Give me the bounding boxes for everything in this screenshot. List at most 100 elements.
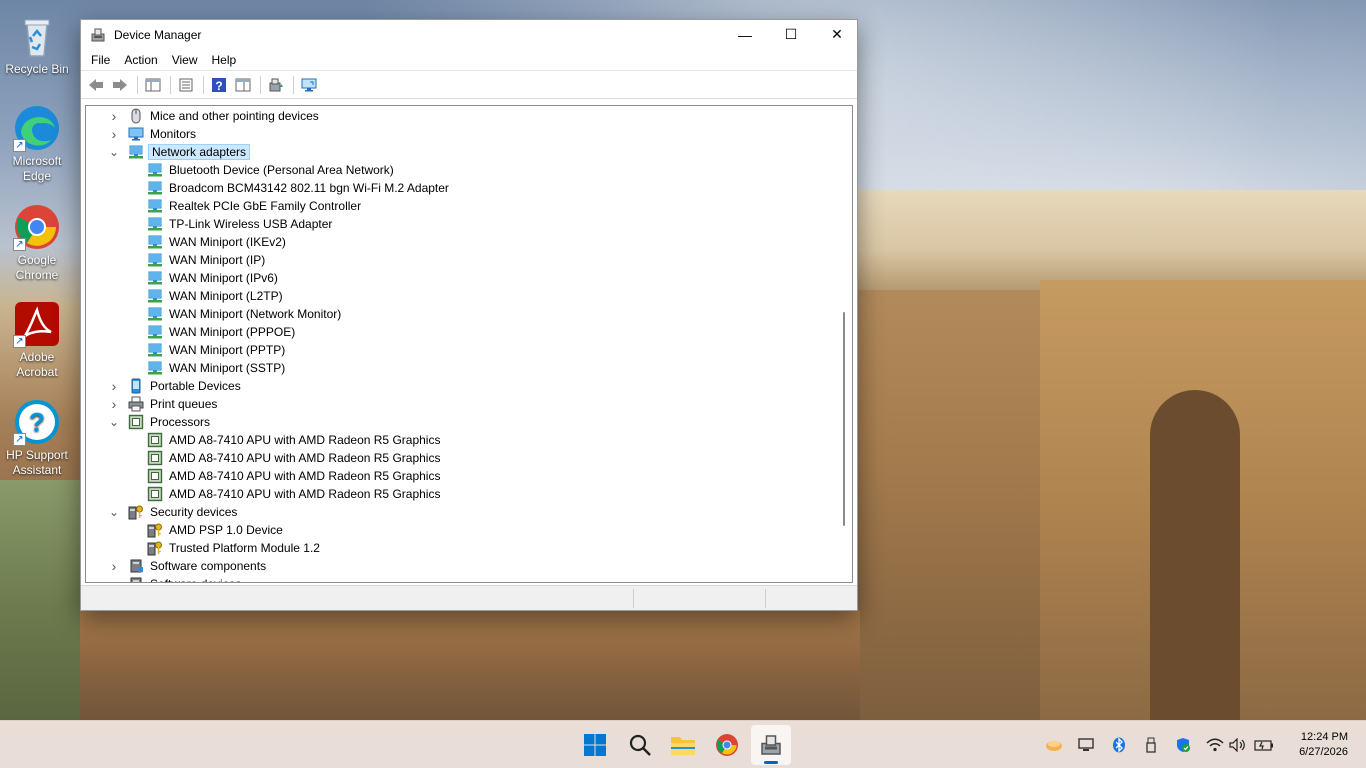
- properties-icon[interactable]: [175, 74, 197, 96]
- tree-item-label: Monitors: [150, 127, 197, 141]
- help-icon[interactable]: ?: [208, 74, 230, 96]
- taskbar: 12:24 PM 6/27/2026: [0, 720, 1366, 768]
- hp-support-icon: ? ↗: [13, 398, 61, 446]
- tree-item-label: WAN Miniport (Network Monitor): [169, 307, 342, 321]
- chevron-right-icon[interactable]: ›: [108, 559, 120, 573]
- chevron-right-icon[interactable]: ›: [108, 127, 120, 141]
- tree-item-label: WAN Miniport (IPv6): [169, 271, 278, 285]
- volume-icon[interactable]: [1228, 735, 1248, 755]
- usb-icon[interactable]: [1141, 735, 1161, 755]
- tree-item-label: Bluetooth Device (Personal Area Network): [169, 163, 394, 177]
- toolbar-separator: [170, 75, 171, 94]
- menu-action[interactable]: Action: [118, 53, 163, 67]
- tree-category[interactable]: ⌄ Network adapters: [108, 143, 251, 161]
- chevron-down-icon[interactable]: ⌄: [108, 416, 120, 428]
- device-manager-icon: [761, 735, 781, 755]
- security-icon[interactable]: [1173, 735, 1193, 755]
- menu-view[interactable]: View: [166, 53, 204, 67]
- chevron-down-icon[interactable]: ⌄: [108, 146, 120, 158]
- chevron-down-icon[interactable]: ⌄: [108, 506, 120, 518]
- title-bar[interactable]: Device Manager — ☐ ✕: [81, 20, 857, 49]
- tree-device[interactable]: AMD A8-7410 APU with AMD Radeon R5 Graph…: [147, 449, 442, 467]
- tree-device[interactable]: WAN Miniport (SSTP): [147, 359, 287, 377]
- security-device-icon: [147, 522, 163, 538]
- scrollbar-thumb[interactable]: [843, 312, 845, 526]
- tree-item-label: AMD A8-7410 APU with AMD Radeon R5 Graph…: [169, 433, 441, 447]
- tree-device[interactable]: AMD A8-7410 APU with AMD Radeon R5 Graph…: [147, 431, 442, 449]
- tree-device[interactable]: Realtek PCIe GbE Family Controller: [147, 197, 363, 215]
- update-driver-icon[interactable]: [265, 74, 287, 96]
- system-clock[interactable]: 12:24 PM 6/27/2026: [1299, 730, 1348, 760]
- shortcut-arrow-icon: ↗: [13, 238, 26, 251]
- battery-icon[interactable]: [1254, 735, 1274, 755]
- tree-category[interactable]: › Mice and other pointing devices: [108, 107, 321, 125]
- back-icon[interactable]: [85, 74, 107, 96]
- tree-device[interactable]: AMD PSP 1.0 Device: [147, 521, 285, 539]
- menu-file[interactable]: File: [85, 53, 116, 67]
- wallpaper-canyon: [80, 611, 860, 720]
- tree-device[interactable]: WAN Miniport (IKEv2): [147, 233, 288, 251]
- tree-category[interactable]: › Software components: [108, 557, 268, 575]
- file-explorer-button[interactable]: [663, 725, 703, 765]
- show-hide-console-tree-icon[interactable]: [142, 74, 164, 96]
- menu-help[interactable]: Help: [206, 53, 243, 67]
- chevron-right-icon[interactable]: ›: [108, 109, 120, 123]
- tree-item-label: WAN Miniport (L2TP): [169, 289, 283, 303]
- tree-device[interactable]: WAN Miniport (PPTP): [147, 341, 287, 359]
- desktop-icon-recycle-bin[interactable]: Recycle Bin: [2, 12, 72, 77]
- tree-category[interactable]: ⌄ Processors: [108, 413, 212, 431]
- tree-device[interactable]: WAN Miniport (PPPOE): [147, 323, 297, 341]
- tree-device[interactable]: Bluetooth Device (Personal Area Network): [147, 161, 396, 179]
- recycle-bin-icon: [13, 12, 61, 60]
- monitor-icon: [128, 126, 144, 142]
- start-button[interactable]: [575, 725, 615, 765]
- chrome-taskbar-button[interactable]: [707, 725, 747, 765]
- minimize-button[interactable]: —: [722, 20, 768, 49]
- svg-text:?: ?: [29, 407, 45, 437]
- start-icon: [584, 734, 606, 756]
- chevron-right-icon[interactable]: ›: [108, 379, 120, 393]
- tree-item-label: Software devices: [148, 576, 243, 582]
- tree-device[interactable]: WAN Miniport (L2TP): [147, 287, 285, 305]
- display-icon[interactable]: [1076, 735, 1096, 755]
- processor-icon: [147, 486, 163, 502]
- tree-device[interactable]: AMD A8-7410 APU with AMD Radeon R5 Graph…: [147, 467, 442, 485]
- tree-category[interactable]: › Monitors: [108, 125, 198, 143]
- tree-item-label: AMD A8-7410 APU with AMD Radeon R5 Graph…: [169, 469, 441, 483]
- wallpaper-hills: [0, 480, 80, 720]
- tree-device[interactable]: Trusted Platform Module 1.2: [147, 539, 322, 557]
- maximize-button[interactable]: ☐: [768, 20, 814, 49]
- tree-category[interactable]: › Portable Devices: [108, 377, 243, 395]
- chevron-right-icon[interactable]: ›: [108, 577, 120, 582]
- desktop-icon-chrome[interactable]: ↗ Google Chrome: [2, 203, 72, 283]
- view-icon[interactable]: [232, 74, 254, 96]
- tree-category[interactable]: › Software devices: [108, 575, 243, 582]
- forward-icon[interactable]: [109, 74, 131, 96]
- wifi-icon[interactable]: [1205, 735, 1225, 755]
- tree-item-label: Network adapters: [148, 144, 251, 160]
- tree-device[interactable]: WAN Miniport (IP): [147, 251, 267, 269]
- weather-icon[interactable]: [1044, 735, 1064, 755]
- device-manager-icon: [90, 27, 106, 43]
- tree-category[interactable]: ⌄ Security devices: [108, 503, 239, 521]
- bluetooth-icon[interactable]: [1109, 735, 1129, 755]
- search-button[interactable]: [620, 725, 660, 765]
- menu-bar: File Action View Help: [81, 49, 857, 71]
- network-adapter-icon: [147, 198, 163, 214]
- vertical-scrollbar[interactable]: [835, 106, 852, 582]
- tree-device[interactable]: TP-Link Wireless USB Adapter: [147, 215, 334, 233]
- device-manager-taskbar-button[interactable]: [751, 725, 791, 765]
- network-adapter-icon: [147, 342, 163, 358]
- desktop-icon-edge[interactable]: ↗ Microsoft Edge: [2, 104, 72, 184]
- tree-device[interactable]: WAN Miniport (Network Monitor): [147, 305, 343, 323]
- tree-device[interactable]: AMD A8-7410 APU with AMD Radeon R5 Graph…: [147, 485, 442, 503]
- chevron-right-icon[interactable]: ›: [108, 397, 120, 411]
- close-button[interactable]: ✕: [814, 20, 860, 49]
- tree-device[interactable]: Broadcom BCM43142 802.11 bgn Wi-Fi M.2 A…: [147, 179, 451, 197]
- desktop-icon-hp-support[interactable]: ? ↗ HP Support Assistant: [2, 398, 72, 478]
- tree-item-label: WAN Miniport (IP): [169, 253, 266, 267]
- tree-category[interactable]: › Print queues: [108, 395, 219, 413]
- desktop-icon-acrobat[interactable]: ↗ Adobe Acrobat: [2, 300, 72, 380]
- scan-hardware-icon[interactable]: [298, 74, 320, 96]
- tree-device[interactable]: WAN Miniport (IPv6): [147, 269, 280, 287]
